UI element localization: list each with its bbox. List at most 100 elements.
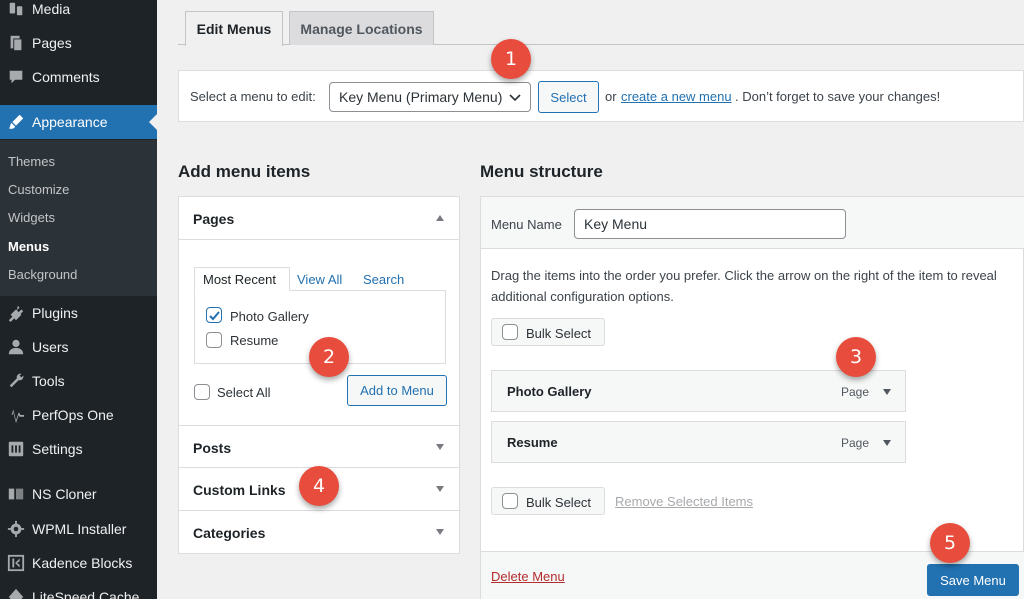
submenu-item-menus[interactable]: Menus [8,239,49,254]
gear-icon [6,519,26,539]
submenu-item-background[interactable]: Background [8,267,77,282]
or-text: or [605,89,617,104]
sidebar-item-users[interactable]: Users [0,330,157,364]
pages-tabs: Most Recent View All Search [194,267,446,291]
sidebar-item-label: Pages [32,35,72,51]
create-new-menu-link[interactable]: create a new menu [621,89,732,104]
kadence-icon [6,553,26,573]
select-menu-button[interactable]: Select [538,81,599,113]
callout-badge-1: 1 [491,39,531,79]
accordion-title: Custom Links [193,482,286,498]
appearance-submenu: Themes Customize Widgets Menus Backgroun… [0,140,157,296]
sidebar-item-label: Users [32,339,69,355]
menu-name-header: Menu Name Key Menu [481,197,1024,249]
menu-name-input[interactable]: Key Menu [574,209,846,239]
menu-item-title: Photo Gallery [507,384,592,399]
expand-arrow-icon [436,444,444,450]
sidebar-item-comments[interactable]: Comments [0,60,157,94]
accordion-posts-header[interactable]: Posts [179,425,459,468]
callout-badge-4: 4 [299,466,339,506]
sidebar-item-plugins[interactable]: Plugins [0,296,157,330]
remove-selected-items-link[interactable]: Remove Selected Items [615,494,753,509]
checkbox-photo-gallery[interactable] [206,307,222,323]
submenu-item-customize[interactable]: Customize [8,182,69,197]
sidebar-item-label: Settings [32,441,83,457]
add-to-menu-button[interactable]: Add to Menu [347,375,447,406]
sidebar-item-tools[interactable]: Tools [0,364,157,398]
admin-sidebar: Media Pages Comments Appearance Themes C… [0,0,157,599]
wrench-icon [6,371,26,391]
sidebar-item-settings[interactable]: Settings [0,432,157,466]
plug-icon [6,303,26,323]
sidebar-item-litespeed-cache[interactable]: LiteSpeed Cache [0,580,157,599]
checkbox-resume[interactable] [206,332,222,348]
menu-item-title: Resume [507,435,558,450]
sidebar-item-label: Kadence Blocks [32,555,133,571]
sidebar-item-ns-cloner[interactable]: NS Cloner [0,477,157,511]
select-all-label: Select All [217,385,271,400]
menu-structure-heading: Menu structure [480,162,603,181]
submenu-item-widgets[interactable]: Widgets [8,210,55,225]
menu-item-resume[interactable]: Resume Page [491,421,906,463]
current-menu-arrow [149,114,157,130]
menu-select-dropdown[interactable]: Key Menu (Primary Menu) [329,82,531,112]
sidebar-item-perfops[interactable]: PerfOps One [0,398,157,432]
sidebar-item-kadence-blocks[interactable]: Kadence Blocks [0,546,157,580]
bulk-select-checkbox[interactable] [502,324,518,340]
bulk-select-checkbox[interactable] [502,493,518,509]
bulk-select-bottom[interactable]: Bulk Select [491,487,605,515]
accordion-title: Posts [193,440,232,456]
delete-menu-link[interactable]: Delete Menu [491,569,565,584]
sidebar-item-label: Tools [32,373,65,389]
submenu-item-themes[interactable]: Themes [8,154,55,169]
sidebar-item-appearance[interactable]: Appearance [0,105,157,139]
sidebar-item-pages[interactable]: Pages [0,26,157,60]
tab-edit-menus[interactable]: Edit Menus [185,11,283,46]
page-label: Resume [230,333,279,348]
sidebar-item-media[interactable]: Media [0,0,157,26]
paintbrush-icon [6,112,26,132]
menu-instructions: Drag the items into the order you prefer… [491,268,997,304]
cloner-icon [6,484,26,504]
tab-view-all[interactable]: View All [297,272,342,287]
menu-select-value: Key Menu (Primary Menu) [339,89,503,105]
menu-name-label: Menu Name [491,217,562,232]
sidebar-item-label: Media [32,1,71,17]
expand-arrow-icon [436,486,444,492]
add-menu-items-heading: Add menu items [178,162,311,181]
callout-badge-3: 3 [836,337,876,377]
callout-badge-2: 2 [309,337,349,377]
accordion-title: Categories [193,525,266,541]
tab-most-recent[interactable]: Most Recent [194,267,290,291]
bulk-select-label: Bulk Select [526,495,592,510]
accordion-title: Pages [193,211,235,227]
collapse-arrow-icon [436,215,444,221]
select-menu-label: Select a menu to edit: [190,89,316,104]
expand-arrow-icon [436,529,444,535]
tab-manage-locations[interactable]: Manage Locations [289,11,434,45]
menu-item-photo-gallery[interactable]: Photo Gallery Page [491,370,906,412]
pages-icon [6,33,26,53]
sidebar-item-label: Comments [32,69,100,85]
media-icon [6,0,26,19]
accordion-pages-header[interactable]: Pages [179,197,459,240]
item-expand-arrow-icon[interactable] [883,389,891,395]
chevron-down-icon [509,94,521,102]
comments-icon [6,67,26,87]
sidebar-item-label: Appearance [32,114,108,130]
save-menu-button[interactable]: Save Menu [927,564,1019,596]
sidebar-item-label: WPML Installer [32,521,127,537]
item-expand-arrow-icon[interactable] [883,440,891,446]
save-reminder-text: . Don’t forget to save your changes! [735,89,941,104]
tab-search[interactable]: Search [363,272,404,287]
select-all-checkbox[interactable] [194,384,210,400]
sidebar-item-label: LiteSpeed Cache [32,589,140,599]
accordion-categories-header[interactable]: Categories [179,511,459,554]
bulk-select-top[interactable]: Bulk Select [491,318,605,346]
page-label: Photo Gallery [230,309,309,324]
settings-icon [6,439,26,459]
sidebar-item-wpml-installer[interactable]: WPML Installer [0,512,157,546]
litespeed-icon [6,587,26,599]
callout-badge-5: 5 [930,523,970,563]
sidebar-item-label: PerfOps One [32,407,114,423]
